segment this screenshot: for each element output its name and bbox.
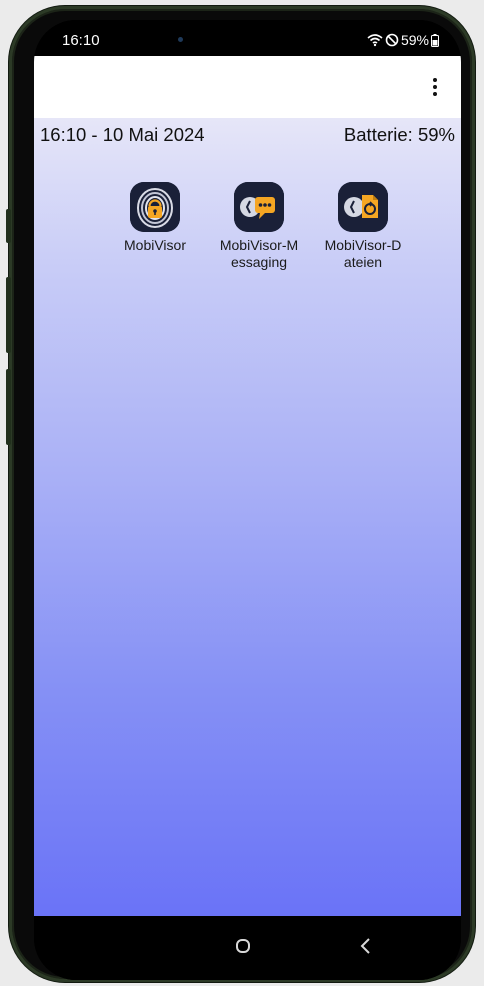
- device-screen: 16:10 59% 16:10 - 10 Mai 2024 Batterie: …: [34, 20, 461, 980]
- datetime-text: 16:10 - 10 Mai 2024: [40, 124, 205, 145]
- app-mobivisor-dateien[interactable]: MobiVisor-Dateien: [312, 182, 414, 271]
- app-label: MobiVisor-Dateien: [324, 237, 402, 270]
- do-not-disturb-icon: [385, 33, 399, 47]
- app-grid: MobiVisor MobiVisor-Messaging MobiVisor-…: [104, 182, 414, 271]
- file-sync-icon[interactable]: [338, 182, 388, 232]
- side-button: [6, 277, 11, 353]
- side-button: [6, 369, 11, 445]
- app-label: MobiVisor-Messaging: [219, 237, 299, 270]
- battery-icon: [431, 33, 439, 47]
- app-bar: [34, 56, 461, 118]
- home-icon[interactable]: [236, 939, 250, 953]
- camera-dot: [178, 37, 183, 42]
- status-time: 16:10: [62, 32, 100, 49]
- launcher-content: 16:10 - 10 Mai 2024 Batterie: 59% MobiVi…: [34, 118, 461, 916]
- app-mobivisor[interactable]: MobiVisor: [104, 182, 206, 271]
- back-icon[interactable]: [356, 936, 376, 956]
- fingerprint-lock-icon[interactable]: [130, 182, 180, 232]
- info-row: 16:10 - 10 Mai 2024 Batterie: 59%: [40, 124, 455, 146]
- more-vert-icon[interactable]: [425, 72, 445, 102]
- battery-text: Batterie: 59%: [343, 124, 455, 145]
- side-button: [6, 209, 11, 243]
- status-icons: 59%: [367, 32, 439, 48]
- navigation-bar: [34, 916, 461, 980]
- app-label: MobiVisor: [124, 237, 186, 253]
- app-mobivisor-messaging[interactable]: MobiVisor-Messaging: [208, 182, 310, 271]
- wifi-icon: [367, 33, 383, 47]
- status-bar: 16:10 59%: [34, 20, 461, 66]
- chat-bubble-icon[interactable]: [234, 182, 284, 232]
- battery-percent: 59%: [400, 32, 429, 48]
